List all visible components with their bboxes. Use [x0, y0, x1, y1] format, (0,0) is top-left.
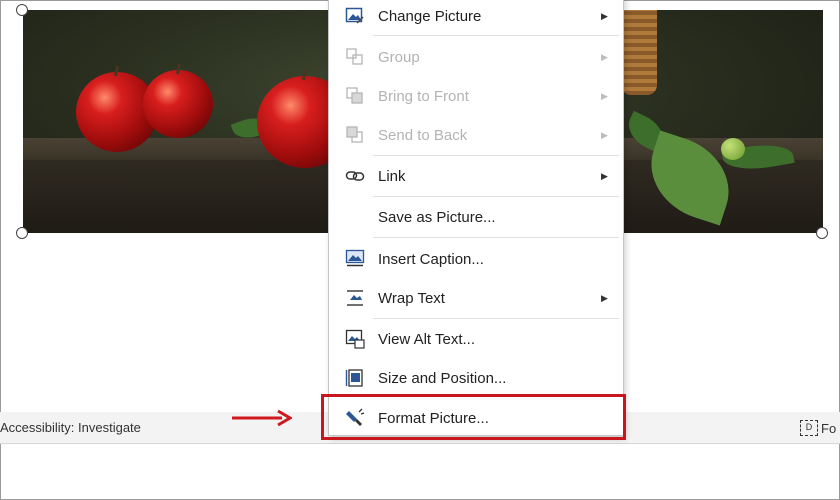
submenu-arrow-icon: ▶ — [601, 90, 608, 101]
submenu-arrow-icon: ▶ — [601, 51, 608, 62]
pointer-arrow-icon — [232, 409, 292, 427]
basket-image — [621, 10, 657, 95]
submenu-arrow-icon: ▶ — [601, 292, 608, 303]
menu-item-label: Change Picture — [378, 7, 482, 25]
submenu-arrow-icon: ▶ — [601, 129, 608, 140]
menu-item-label: Insert Caption... — [378, 250, 484, 268]
resize-handle-top-left[interactable] — [16, 4, 28, 16]
menu-item-link[interactable]: Link ▶ — [329, 159, 623, 193]
menu-item-label: Send to Back — [378, 126, 468, 144]
menu-item-label: Save as Picture... — [378, 208, 496, 226]
resize-handle-bottom-left[interactable] — [16, 227, 28, 239]
menu-item-group[interactable]: Group ▶ — [329, 40, 623, 74]
menu-item-change-picture[interactable]: Change Picture ▶ — [329, 0, 623, 33]
submenu-arrow-icon: ▶ — [601, 170, 608, 181]
link-icon — [345, 166, 365, 186]
menu-separator — [373, 237, 619, 238]
menu-item-send-to-back[interactable]: Send to Back ▶ — [329, 118, 623, 152]
menu-item-label: Link — [378, 167, 406, 185]
change-picture-icon — [345, 6, 365, 26]
menu-item-label: View Alt Text... — [378, 330, 475, 348]
menu-separator — [373, 155, 619, 156]
menu-separator — [373, 35, 619, 36]
resize-handle-bottom-right[interactable] — [816, 227, 828, 239]
focus-mode-button[interactable]: D Fo — [800, 420, 836, 436]
menu-item-view-alt-text[interactable]: View Alt Text... — [329, 322, 623, 356]
menu-item-save-as-picture[interactable]: Save as Picture... — [329, 200, 623, 234]
green-fruit-image — [721, 138, 745, 160]
alt-text-icon — [345, 329, 365, 349]
context-menu: Change Picture ▶ Group ▶ Bring to Front … — [328, 0, 624, 436]
send-to-back-icon — [345, 125, 365, 145]
apple-image — [143, 63, 213, 138]
group-icon — [345, 47, 365, 67]
menu-item-bring-to-front[interactable]: Bring to Front ▶ — [329, 79, 623, 113]
menu-item-label: Group — [378, 48, 420, 66]
menu-item-wrap-text[interactable]: Wrap Text ▶ — [329, 281, 623, 315]
format-picture-highlight-box — [321, 394, 626, 440]
menu-item-label: Bring to Front — [378, 87, 469, 105]
bring-to-front-icon — [345, 86, 365, 106]
insert-caption-icon — [345, 249, 365, 269]
menu-item-size-and-position[interactable]: Size and Position... — [329, 361, 623, 395]
menu-item-label: Size and Position... — [378, 369, 507, 387]
wrap-text-icon — [345, 288, 365, 308]
menu-item-insert-caption[interactable]: Insert Caption... — [329, 242, 623, 276]
size-position-icon — [345, 368, 365, 388]
focus-label: Fo — [821, 420, 837, 436]
menu-separator — [373, 196, 619, 197]
menu-item-label: Wrap Text — [378, 289, 445, 307]
submenu-arrow-icon: ▶ — [601, 10, 608, 21]
focus-icon: D — [800, 420, 818, 436]
menu-separator — [373, 318, 619, 319]
accessibility-status[interactable]: Accessibility: Investigate — [0, 420, 141, 435]
